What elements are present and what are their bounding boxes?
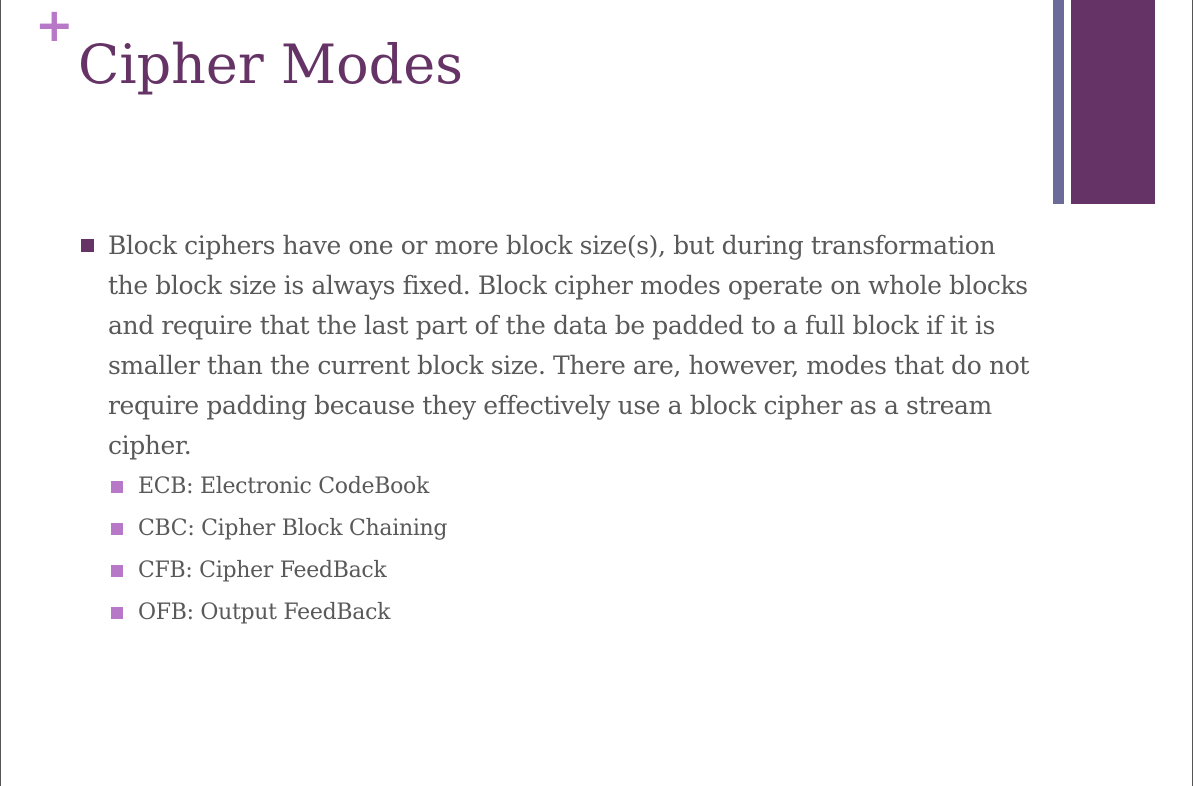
list-item-ecb: ECB: Electronic CodeBook	[108, 466, 1039, 508]
plus-icon: +	[35, 0, 74, 52]
square-bullet-icon	[111, 523, 123, 535]
list-item-cfb: CFB: Cipher FeedBack	[108, 550, 1039, 592]
square-bullet-icon	[111, 565, 123, 577]
slide-title: Cipher Modes	[78, 33, 463, 96]
sub-bullet-text: ECB: Electronic CodeBook	[138, 474, 429, 499]
list-item-main: Block ciphers have one or more block siz…	[79, 226, 1039, 634]
sub-bullet-text: CBC: Cipher Block Chaining	[138, 516, 448, 541]
list-item-ofb: OFB: Output FeedBack	[108, 592, 1039, 634]
bullet-list: Block ciphers have one or more block siz…	[79, 226, 1039, 634]
bullet-main-text: Block ciphers have one or more block siz…	[108, 231, 1029, 460]
sub-bullet-text: OFB: Output FeedBack	[138, 600, 391, 625]
sub-bullet-text: CFB: Cipher FeedBack	[138, 558, 387, 583]
square-bullet-icon	[111, 481, 123, 493]
list-item-cbc: CBC: Cipher Block Chaining	[108, 508, 1039, 550]
slide: + Cipher Modes Block ciphers have one or…	[0, 0, 1193, 786]
sub-bullet-list: ECB: Electronic CodeBook CBC: Cipher Blo…	[108, 466, 1039, 634]
square-bullet-icon	[81, 239, 94, 252]
square-bullet-icon	[111, 607, 123, 619]
decorative-stripe-thin	[1053, 0, 1064, 204]
decorative-stripe-thick	[1071, 0, 1155, 204]
